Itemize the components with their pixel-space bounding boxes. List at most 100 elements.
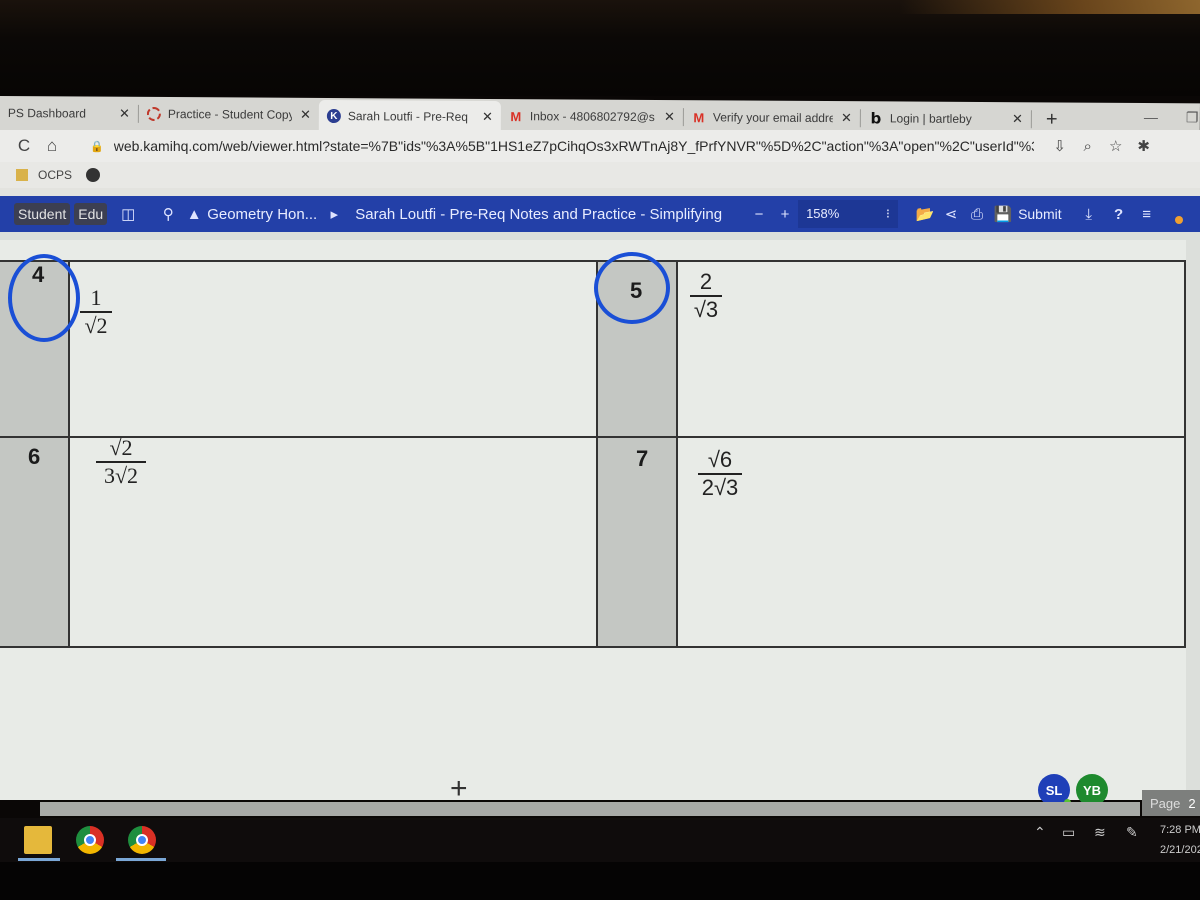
close-tab-icon[interactable]: ✕ [111,106,130,122]
sidebar-toggle-icon[interactable]: ◫ [115,205,141,223]
chrome-icon[interactable] [76,826,104,854]
install-app-icon[interactable]: ⇩ [1046,137,1074,155]
close-tab-icon[interactable]: ✕ [474,109,493,125]
denominator: 2√3 [701,475,739,500]
menu-icon[interactable]: ≡ [1134,206,1160,223]
new-tab-button[interactable]: + [1046,108,1058,131]
chrome-icon[interactable] [128,826,156,854]
minimize-button[interactable]: — [1144,109,1158,125]
active-app-indicator [116,858,166,861]
page-label: Page [1150,795,1181,811]
denominator: 3√2 [103,463,139,488]
zoom-icon[interactable]: ⌕ [1074,138,1102,155]
toolbar-gap [0,188,1200,196]
battery-icon[interactable]: ▭ [1062,824,1075,841]
annotation-circle-4[interactable] [8,254,80,342]
problem-4-expression: 1 √2 [80,286,112,338]
dropdown-icon: ⁝ [885,206,891,221]
numerator: 2 [699,269,713,294]
grid-line [0,646,1186,648]
grid-line [1184,260,1186,648]
notification-dot [1175,216,1183,224]
grid-line [0,260,1186,262]
tab-gmail-verify-email[interactable]: M Verify your email addre ✕ [684,103,860,132]
horizontal-scrollbar[interactable] [40,802,1140,816]
student-badge: Student [14,203,71,225]
tab-label: Verify your email addre [712,110,834,126]
annotation-circle-5[interactable] [594,252,670,324]
problem-6-expression: √2 3√2 [96,436,146,488]
help-icon[interactable]: ? [1106,206,1132,223]
grid-line [676,260,678,648]
tab-bartleby-login[interactable]: b Login | bartleby ✕ [861,104,1031,133]
close-tab-icon[interactable]: ✕ [833,110,852,126]
print-icon[interactable]: ⎙ [964,206,990,223]
wifi-icon[interactable]: ≋ [1094,824,1106,841]
clock-date: 2/21/2021 [1160,844,1200,856]
windows-taskbar [0,818,1200,862]
bookmark-star-icon[interactable]: ☆ [1102,137,1130,155]
loading-spinner-icon [146,106,161,121]
edu-badge: Edu [74,203,108,225]
page-indicator: Page 2 [1142,790,1200,816]
gmail-icon: M [693,109,705,125]
lock-icon: 🔒 [90,140,104,153]
grid-line [596,260,598,648]
grid-line [0,436,1186,438]
problem-7-expression: √6 2√3 [698,448,742,500]
kami-toolbar: Student Edu ◫ ⚲ ▲ Geometry Hon... ▸ Sara… [0,196,1200,232]
tab-practice-student-copy[interactable]: Practice - Student Copy ✕ [139,100,319,129]
globe-icon[interactable] [86,168,101,182]
zoom-in-button[interactable]: + [772,206,798,223]
monitor-bezel-bottom [0,862,1200,900]
address-bar: C ⌂ 🔒 web.kamihq.com/web/viewer.html?sta… [0,130,1200,162]
kami-k-icon: K [326,108,341,124]
share-icon[interactable]: ⋖ [938,205,964,223]
bookmark-ocps[interactable]: OCPS [38,168,72,182]
close-tab-icon[interactable]: ✕ [656,109,675,125]
breadcrumb-folder[interactable]: Geometry Hon... [207,206,317,223]
google-drive-icon: ▲ [186,205,202,223]
url-input[interactable]: web.kamihq.com/web/viewer.html?state=%7B… [114,138,1034,154]
active-app-indicator [18,858,60,861]
bartleby-b-icon: b [870,109,882,128]
close-tab-icon[interactable]: ✕ [292,107,311,123]
numerator: √6 [707,447,733,472]
home-icon[interactable]: ⌂ [38,136,66,156]
gmail-icon: M [510,108,522,124]
search-icon[interactable]: ⚲ [155,205,181,223]
clock-time: 7:28 PM [1160,824,1200,836]
ambient-light [900,0,1200,14]
monitor-bezel [0,0,1200,96]
denominator: √3 [693,297,719,322]
extensions-puzzle-icon[interactable]: ✱ [1130,137,1158,155]
zoom-out-button[interactable]: − [746,206,772,223]
crosshair-cursor: + [450,772,468,805]
system-clock[interactable]: 7:28 PM 2/21/2021 [1160,820,1200,860]
open-folder-icon[interactable]: 📂 [912,205,938,223]
page-number-input[interactable]: 2 [1188,796,1195,811]
bookmarks-bar: OCPS [0,162,1200,188]
tray-overflow-chevron-icon[interactable]: ⌃ [1034,824,1046,841]
tab-ps-dashboard[interactable]: PS Dashboard ✕ [0,99,138,128]
save-icon[interactable]: 💾 [990,205,1016,223]
pen-icon[interactable]: ✎ [1126,824,1138,841]
problem-number-6: 6 [28,444,41,469]
document-viewport[interactable]: 4 1 √2 5 2 √3 6 √2 3√2 7 √6 2√3 + [0,232,1200,805]
tab-label: PS Dashboard [7,106,86,121]
close-tab-icon[interactable]: ✕ [1004,111,1023,127]
zoom-level-select[interactable]: 158% ⁝ [798,200,899,228]
tab-gmail-inbox[interactable]: M Inbox - 4806802792@s ✕ [501,102,683,131]
download-icon[interactable]: ⤓ [1076,206,1102,223]
tab-sarah-loutfi-pre-req[interactable]: K Sarah Loutfi - Pre-Req ✕ [318,99,501,134]
problem-5-expression: 2 √3 [690,270,722,322]
submit-button[interactable]: Submit [1018,206,1062,222]
restore-button[interactable]: ❐ [1186,109,1199,126]
file-explorer-icon[interactable] [24,826,52,854]
tab-separator [1030,110,1032,129]
denominator: √2 [84,313,108,338]
reload-icon[interactable]: C [10,136,38,156]
tab-label: Inbox - 4806802792@s [529,109,655,125]
tab-label: Login | bartleby [889,111,972,126]
numerator: √2 [109,435,133,460]
